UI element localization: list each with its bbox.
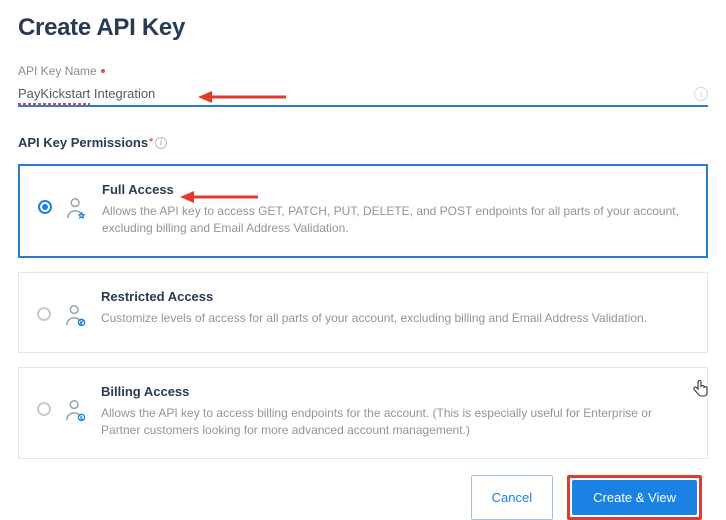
cancel-button[interactable]: Cancel (471, 475, 553, 520)
info-icon[interactable]: i (155, 137, 167, 149)
option-title-full: Full Access (102, 182, 688, 197)
radio-full-access[interactable] (38, 200, 52, 214)
option-desc-restricted: Customize levels of access for all parts… (101, 310, 689, 327)
option-desc-full: Allows the API key to access GET, PATCH,… (102, 203, 688, 238)
required-star-icon: * (149, 137, 153, 148)
annotation-highlight-submit: Create & View (567, 475, 702, 520)
page-title: Create API Key (18, 14, 708, 42)
person-star-icon (66, 196, 88, 227)
person-billing-icon: $ (65, 398, 87, 429)
permission-option-billing-access[interactable]: $ Billing Access Allows the API key to a… (18, 367, 708, 459)
radio-billing-access[interactable] (37, 402, 51, 416)
api-key-name-field-wrap: i (18, 84, 708, 107)
spellcheck-underline (18, 103, 90, 105)
option-title-billing: Billing Access (101, 384, 689, 399)
radio-restricted-access[interactable] (37, 307, 51, 321)
create-and-view-button[interactable]: Create & View (572, 480, 697, 515)
option-desc-billing: Allows the API key to access billing end… (101, 405, 689, 440)
permission-option-restricted-access[interactable]: Restricted Access Customize levels of ac… (18, 272, 708, 353)
api-key-name-input[interactable] (18, 84, 692, 103)
person-denied-icon (65, 303, 87, 334)
api-key-permissions-label-text: API Key Permissions (18, 135, 148, 150)
button-row: Cancel Create & View (18, 475, 708, 520)
permissions-options: Full Access Allows the API key to access… (18, 164, 708, 459)
info-icon[interactable]: i (694, 87, 708, 101)
api-key-permissions-label: API Key Permissions * i (18, 135, 708, 150)
permission-option-full-access[interactable]: Full Access Allows the API key to access… (18, 164, 708, 258)
required-dot-icon (101, 69, 105, 73)
option-title-restricted: Restricted Access (101, 289, 689, 304)
api-key-name-label-text: API Key Name (18, 64, 97, 78)
api-key-name-label: API Key Name (18, 64, 708, 78)
